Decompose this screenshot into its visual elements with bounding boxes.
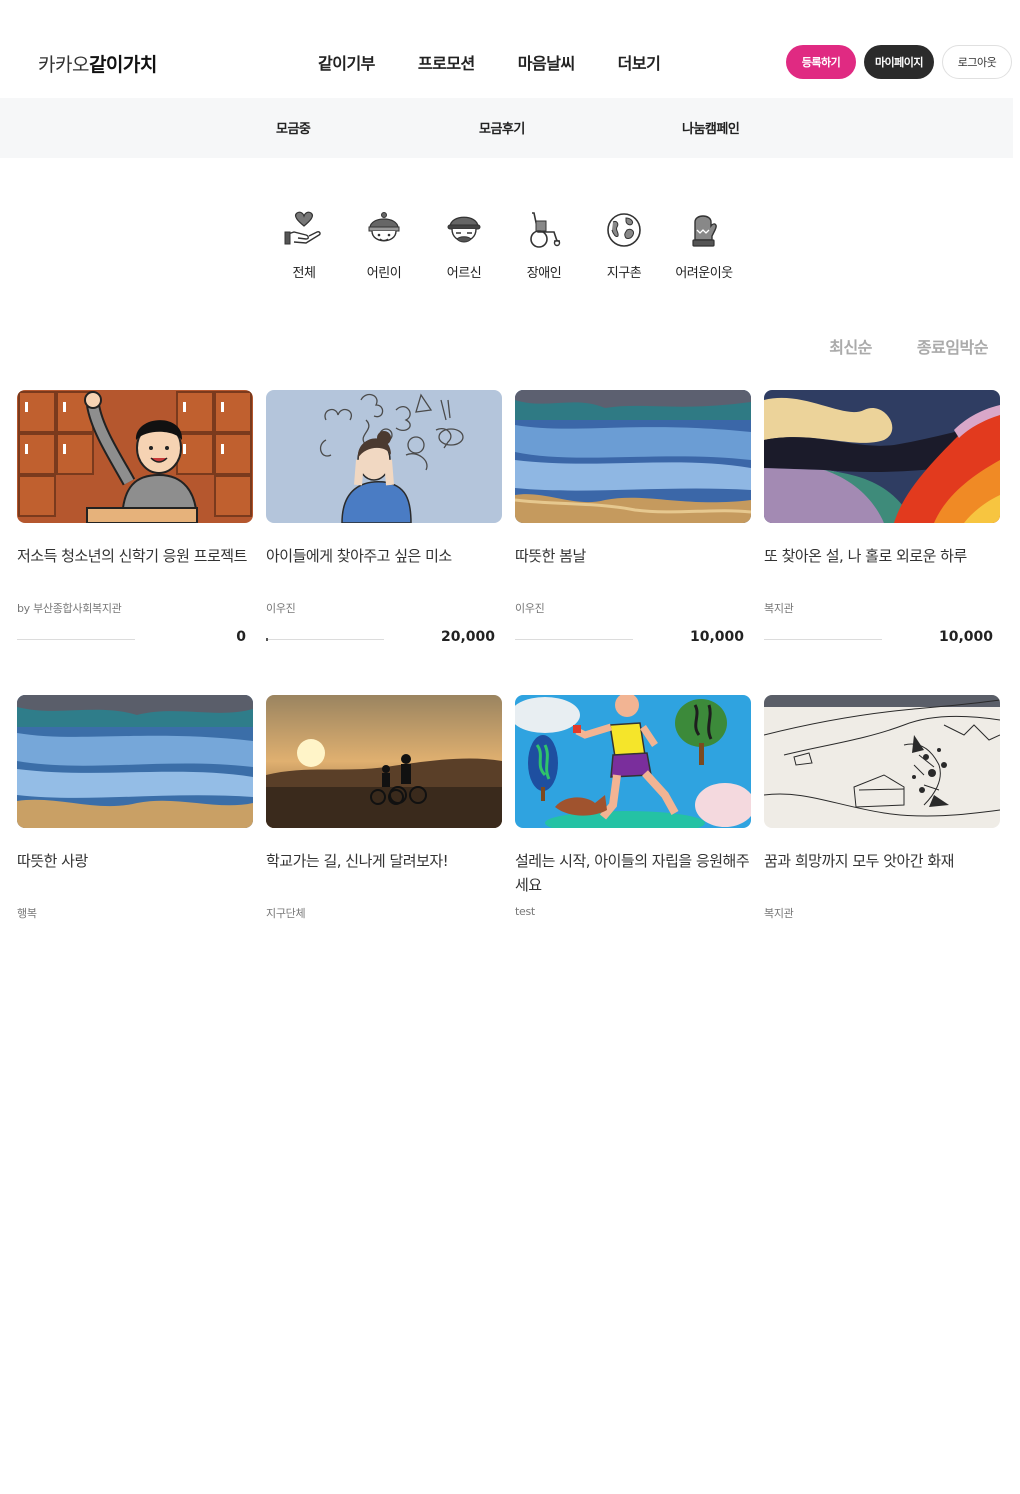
register-button[interactable]: 등록하기: [786, 45, 856, 79]
card-title[interactable]: 저소득 청소년의 신학기 응원 프로젝트: [17, 544, 253, 592]
site-header: 카카오같이가치 같이기부 프로모션 마음날씨 더보기 등록하기 마이페이지 로그…: [0, 0, 1020, 98]
fundraiser-card[interactable]: 학교가는 길, 신나게 달려보자! 지구단체: [266, 695, 502, 921]
mitten-icon: [684, 210, 724, 250]
card-thumbnail[interactable]: [17, 695, 253, 828]
progress-bar: [764, 639, 882, 640]
card-title[interactable]: 아이들에게 찾아주고 싶은 미소: [266, 544, 502, 592]
elder-face-icon: [444, 210, 484, 250]
card-progress: 20,000: [266, 628, 502, 648]
card-amount: 10,000: [689, 629, 744, 645]
logo-text-light: 카카오: [38, 54, 89, 76]
fundraiser-card[interactable]: 따뜻한 봄날 이우진 10,000: [515, 390, 751, 645]
nav-item-promotion[interactable]: 프로모션: [418, 50, 475, 74]
nav-item-donate[interactable]: 같이기부: [318, 50, 375, 74]
card-thumbnail[interactable]: [266, 695, 502, 828]
card-organizer: 행복: [17, 907, 37, 920]
category-elderly[interactable]: 어르신: [424, 210, 504, 281]
category-label: 전체: [292, 266, 316, 281]
globe-icon: [604, 210, 644, 250]
progress-fill: [266, 638, 268, 641]
sort-ending-soon[interactable]: 종료임박순: [917, 334, 989, 358]
card-thumbnail[interactable]: [266, 390, 502, 523]
user-actions: 등록하기 마이페이지 로그아웃: [778, 45, 1012, 79]
category-children[interactable]: 어린이: [344, 210, 424, 281]
category-label: 지구촌: [606, 266, 642, 281]
subnav-item-campaign[interactable]: 나눔캠페인: [682, 118, 740, 137]
category-label: 어려운이웃: [675, 266, 733, 281]
child-face-icon: [364, 210, 404, 250]
wheelchair-icon: [524, 210, 564, 250]
nav-item-more[interactable]: 더보기: [618, 50, 661, 74]
card-organizer: test: [515, 905, 535, 918]
mypage-button[interactable]: 마이페이지: [864, 45, 934, 79]
card-title[interactable]: 또 찾아온 설, 나 홀로 외로운 하루: [764, 544, 1000, 592]
fundraiser-card[interactable]: 꿈과 희망까지 모두 앗아간 화재 복지관: [764, 695, 1000, 921]
category-global[interactable]: 지구촌: [584, 210, 664, 281]
logout-button[interactable]: 로그아웃: [942, 45, 1012, 79]
card-title[interactable]: 따뜻한 사랑: [17, 849, 253, 897]
subnav-item-fundraising[interactable]: 모금중: [276, 118, 311, 137]
fundraiser-card[interactable]: 저소득 청소년의 신학기 응원 프로젝트 by 부산종합사회복지관 0: [17, 390, 253, 645]
category-neighbors[interactable]: 어려운이웃: [664, 210, 744, 281]
sub-nav: 모금중 모금후기 나눔캠페인: [0, 98, 1013, 158]
card-progress: 0: [17, 628, 253, 648]
card-title[interactable]: 학교가는 길, 신나게 달려보자!: [266, 849, 502, 897]
fundraiser-card[interactable]: 설레는 시작, 아이들의 자립을 응원해주세요 test: [515, 695, 751, 918]
card-title[interactable]: 따뜻한 봄날: [515, 544, 751, 592]
card-thumbnail[interactable]: [515, 695, 751, 828]
card-title[interactable]: 설레는 시작, 아이들의 자립을 응원해주세요: [515, 849, 751, 897]
main-nav: 같이기부 프로모션 마음날씨 더보기: [300, 50, 703, 74]
card-amount: 20,000: [440, 629, 495, 645]
sort-options: 최신순 종료임박순: [784, 334, 988, 358]
card-progress: 10,000: [764, 628, 1000, 648]
card-organizer: 지구단체: [266, 907, 306, 920]
card-organizer: 복지관: [764, 907, 794, 920]
sort-latest[interactable]: 최신순: [829, 334, 872, 358]
logo-text-bold: 같이가치: [88, 54, 157, 76]
site-logo[interactable]: 카카오같이가치: [38, 50, 157, 77]
card-thumbnail[interactable]: [17, 390, 253, 523]
progress-bar: [266, 638, 384, 641]
fundraiser-card[interactable]: 따뜻한 사랑 행복: [17, 695, 253, 921]
subnav-item-reviews[interactable]: 모금후기: [479, 118, 525, 137]
card-organizer: 이우진: [515, 602, 545, 615]
nav-item-mind-weather[interactable]: 마음날씨: [518, 50, 575, 74]
card-thumbnail[interactable]: [764, 695, 1000, 828]
category-filter: 전체 어린이 어르신 장애인 지구촌 어려운이웃: [264, 210, 744, 281]
category-disabled[interactable]: 장애인: [504, 210, 584, 281]
fundraiser-card[interactable]: 또 찾아온 설, 나 홀로 외로운 하루 복지관 10,000: [764, 390, 1000, 645]
progress-bar: [515, 639, 633, 640]
card-organizer: 이우진: [266, 602, 296, 615]
card-progress: 10,000: [515, 628, 751, 648]
hand-heart-icon: [284, 210, 324, 250]
category-all[interactable]: 전체: [264, 210, 344, 281]
card-amount: 10,000: [938, 629, 993, 645]
category-label: 어린이: [366, 266, 402, 281]
progress-bar: [17, 639, 135, 640]
fundraiser-card[interactable]: 아이들에게 찾아주고 싶은 미소 이우진 20,000: [266, 390, 502, 645]
card-organizer: by 부산종합사회복지관: [17, 602, 122, 615]
category-label: 장애인: [526, 266, 562, 281]
card-thumbnail[interactable]: [515, 390, 751, 523]
card-organizer: 복지관: [764, 602, 794, 615]
card-thumbnail[interactable]: [764, 390, 1000, 523]
card-title[interactable]: 꿈과 희망까지 모두 앗아간 화재: [764, 849, 1000, 897]
card-amount: 0: [236, 629, 246, 645]
category-label: 어르신: [446, 266, 482, 281]
